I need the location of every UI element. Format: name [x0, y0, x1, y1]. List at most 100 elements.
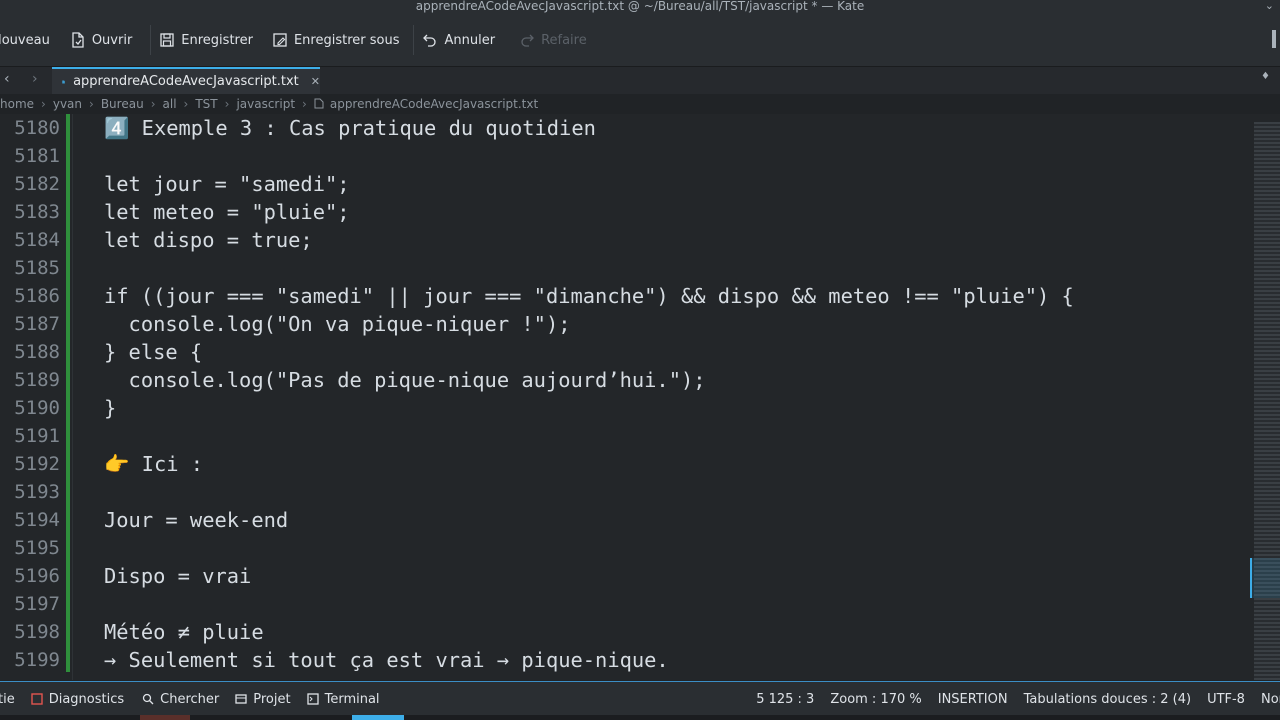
redo-button[interactable]: Refaire [519, 24, 587, 56]
terminal-label: Terminal [324, 691, 380, 707]
breadcrumb-separator: › [302, 96, 307, 111]
terminal-button[interactable]: Terminal [306, 691, 380, 707]
line-number: 5183 [14, 201, 60, 223]
code-line[interactable]: 4️⃣ Exemple 3 : Cas pratique du quotidie… [104, 114, 596, 142]
end-of-line-mode[interactable]: Nor [1261, 692, 1280, 707]
code-line[interactable]: console.log("Pas de pique-nique aujourd’… [104, 366, 706, 394]
window-title: apprendreACodeAvecJavascript.txt @ ~/Bur… [415, 0, 865, 13]
diagnostics-label: Diagnostics [48, 691, 125, 707]
open-button[interactable]: Ouvrir [70, 24, 132, 56]
code-line[interactable]: Météo ≠ pluie [104, 618, 264, 646]
breadcrumb-item[interactable]: TST [195, 97, 217, 111]
diagnostics-icon [31, 693, 43, 705]
save-icon [160, 33, 174, 47]
line-number: 5195 [14, 537, 60, 559]
document-icon [62, 79, 65, 84]
line-number: 5188 [14, 341, 60, 363]
breadcrumb-separator: › [41, 96, 46, 111]
line-number: 5190 [14, 397, 60, 419]
save-button-label: Enregistrer [181, 32, 253, 48]
tab-label: apprendreACodeAvecJavascript.txt [73, 74, 299, 89]
line-number: 5193 [14, 481, 60, 503]
breadcrumb: home › yvan › Bureau › all › TST › javascript… [0, 94, 1280, 113]
line-number: 5184 [14, 229, 60, 251]
search-label: Chercher [160, 691, 220, 707]
undo-icon [423, 34, 437, 47]
code-line[interactable]: if ((jour === "samedi" || jour === "dima… [104, 282, 1074, 310]
breadcrumb-item[interactable]: apprendreACodeAvecJavascript.txt [330, 97, 538, 111]
save-as-button[interactable]: Enregistrer sous [272, 24, 400, 56]
code-line[interactable]: let meteo = "pluie"; [104, 198, 350, 226]
back-arrow-icon[interactable]: ‹ [4, 71, 10, 87]
toolbar-separator [413, 25, 415, 55]
save-button[interactable]: Enregistrer [159, 24, 253, 56]
breadcrumb-item[interactable]: home [0, 97, 34, 111]
status-bar: tie Diagnostics Chercher Projet Terminal… [0, 681, 1280, 716]
sidebar-tab-truncated[interactable]: tie [0, 692, 15, 707]
code-line[interactable]: console.log("On va pique-niquer !"); [104, 310, 571, 338]
code-line[interactable]: → Seulement si tout ça est vrai → pique-… [104, 646, 669, 674]
forward-arrow-icon[interactable]: › [32, 71, 38, 87]
window-titlebar: apprendreACodeAvecJavascript.txt @ ~/Bur… [0, 0, 1280, 14]
code-line[interactable]: Jour = week-end [104, 506, 288, 534]
tab-menu-icon[interactable]: ♦ [1261, 71, 1270, 82]
line-number: 5185 [14, 257, 60, 279]
code-line[interactable]: let dispo = true; [104, 226, 313, 254]
input-mode[interactable]: INSERTION [938, 692, 1008, 707]
text-editor[interactable]: 5180 5181 5182 5183 5184 5185 5186 5187 … [0, 114, 1280, 680]
line-number: 5198 [14, 621, 60, 643]
window-controls[interactable]: ⌄ [1265, 0, 1274, 12]
line-number: 5194 [14, 509, 60, 531]
encoding[interactable]: UTF-8 [1207, 692, 1245, 707]
cursor-position[interactable]: 5 125 : 3 [756, 692, 814, 707]
undo-button[interactable]: Annuler [422, 24, 495, 56]
line-number: 5199 [14, 649, 60, 671]
save-as-icon [273, 33, 287, 47]
redo-button-label: Refaire [541, 32, 587, 48]
breadcrumb-item[interactable]: javascript [236, 97, 295, 111]
redo-icon [521, 34, 534, 47]
code-line[interactable]: Dispo = vrai [104, 562, 251, 590]
line-number: 5197 [14, 593, 60, 615]
code-line[interactable]: let jour = "samedi"; [104, 170, 350, 198]
search-button[interactable]: Chercher [142, 692, 219, 707]
breadcrumb-item[interactable]: Bureau [101, 97, 144, 111]
line-number: 5196 [14, 565, 60, 587]
project-button[interactable]: Projet [235, 691, 291, 707]
open-file-icon [72, 32, 84, 48]
taskbar-app-active[interactable] [352, 715, 404, 720]
toolbar-separator [150, 25, 152, 55]
line-number: 5182 [14, 173, 60, 195]
new-button-label: Nouveau [0, 32, 50, 48]
save-as-button-label: Enregistrer sous [293, 32, 400, 48]
line-number: 5189 [14, 369, 60, 391]
new-button[interactable]: Nouveau [0, 24, 50, 56]
close-icon[interactable]: ✕ [311, 75, 320, 88]
code-line[interactable]: } else { [104, 338, 202, 366]
undo-button-label: Annuler [444, 32, 496, 48]
line-number: 5181 [14, 145, 60, 167]
line-number-gutter: 5180 5181 5182 5183 5184 5185 5186 5187 … [0, 114, 73, 680]
code-line[interactable]: } [104, 394, 116, 422]
breadcrumb-separator: › [224, 96, 230, 111]
minimap-viewport-handle[interactable] [1250, 558, 1280, 598]
diagnostics-button[interactable]: Diagnostics [31, 692, 124, 707]
toolbar-overflow-icon[interactable] [1272, 30, 1276, 48]
project-label: Projet [253, 691, 291, 707]
tab-bar: ‹ › apprendreACodeAvecJavascript.txt ✕ ♦ [0, 66, 1280, 95]
breadcrumb-separator: › [183, 96, 189, 111]
line-number: 5180 [14, 117, 60, 139]
zoom-level[interactable]: Zoom : 170 % [830, 692, 921, 707]
breadcrumb-item[interactable]: yvan [53, 97, 82, 111]
chevron-down-icon[interactable]: ⌄ [1265, 0, 1274, 12]
indentation-setting[interactable]: Tabulations douces : 2 (4) [1024, 692, 1191, 707]
modified-lines-indicator [66, 114, 70, 672]
tab-document[interactable]: apprendreACodeAvecJavascript.txt ✕ [52, 67, 320, 94]
breadcrumb-item[interactable]: all [163, 97, 177, 111]
code-line[interactable]: 👉 Ici : [104, 450, 203, 478]
file-icon [314, 98, 324, 109]
taskbar-app[interactable] [140, 715, 190, 720]
line-number: 5191 [14, 425, 60, 447]
line-number: 5186 [14, 285, 60, 307]
search-icon [143, 693, 154, 705]
